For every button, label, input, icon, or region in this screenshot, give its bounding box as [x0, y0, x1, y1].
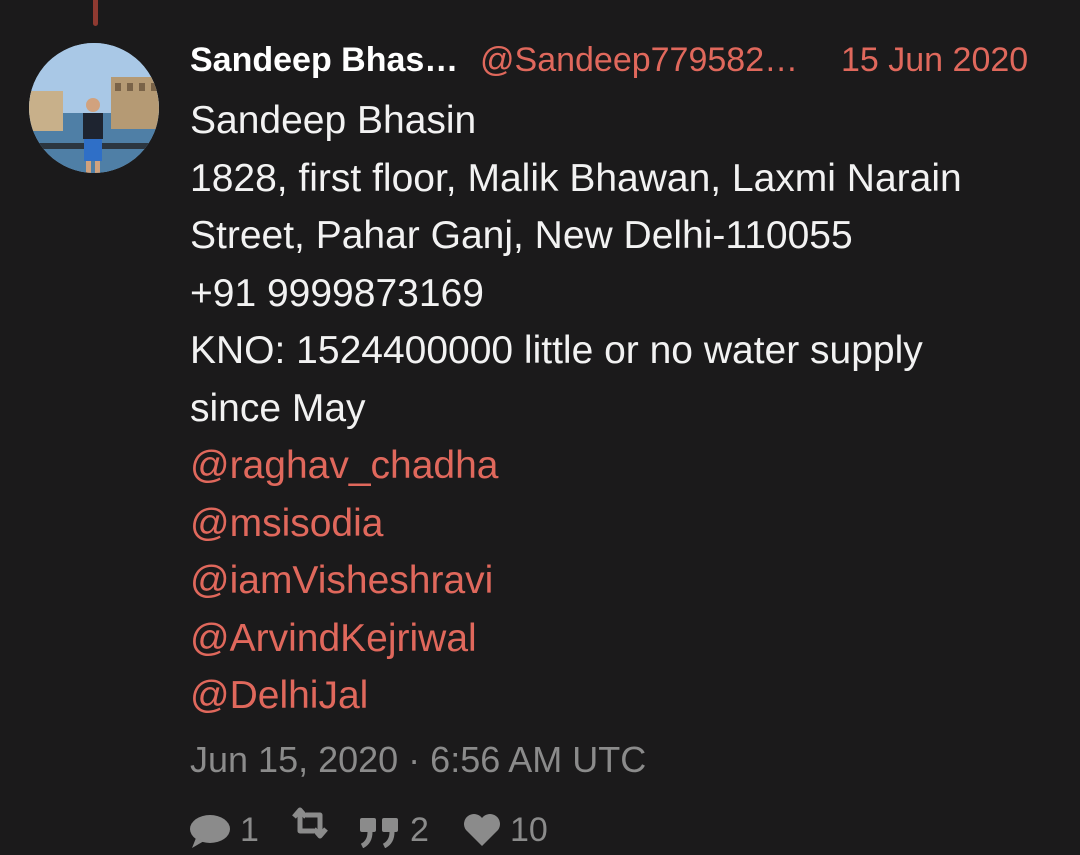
reply-count: 1 [240, 811, 259, 849]
like-button[interactable]: 10 [462, 805, 548, 855]
body-line: since May [190, 386, 366, 430]
mention-link[interactable]: @iamVisheshravi [190, 552, 1060, 610]
mention-link[interactable]: @raghav_chadha [190, 437, 1060, 495]
comment-icon [190, 815, 230, 848]
quote-icon [360, 818, 398, 848]
like-count: 10 [510, 811, 548, 849]
quote-count: 2 [410, 811, 429, 849]
mention-link[interactable]: @DelhiJal [190, 667, 1060, 725]
body-line: KNO: 1524400000 little or no water suppl… [190, 329, 923, 372]
reply-button[interactable]: 1 [188, 805, 259, 855]
tweet-body: Sandeep Bhasin 1828, first floor, Malik … [190, 92, 1060, 725]
avatar-photo [29, 43, 159, 173]
tweet-timestamp: Jun 15, 2020 · 6:56 AM UTC [190, 739, 647, 780]
mention-link[interactable]: @ArvindKejriwal [190, 610, 1060, 668]
body-line: Sandeep Bhasin [190, 99, 477, 142]
author-display-name[interactable]: Sandeep Bhas… [190, 38, 458, 82]
tweet-date[interactable]: 15 Jun 2020 [841, 38, 1028, 82]
retweet-button[interactable] [288, 805, 340, 841]
mention-link[interactable]: @msisodia [190, 495, 1060, 553]
body-line: Street, Pahar Ganj, New Delhi-110055 [190, 214, 853, 257]
body-line: +91 9999873169 [190, 271, 484, 315]
avatar[interactable] [29, 43, 159, 173]
author-handle[interactable]: @Sandeep779582… [480, 38, 798, 82]
quote-button[interactable]: 2 [358, 805, 429, 855]
retweet-icon [292, 807, 328, 839]
tweet-header: Sandeep Bhas… @Sandeep779582… 15 Jun 202… [190, 38, 1060, 82]
body-line: 1828, first floor, Malik Bhawan, Laxmi N… [190, 156, 962, 200]
heart-icon [464, 814, 500, 846]
thread-connector-line [93, 0, 98, 26]
